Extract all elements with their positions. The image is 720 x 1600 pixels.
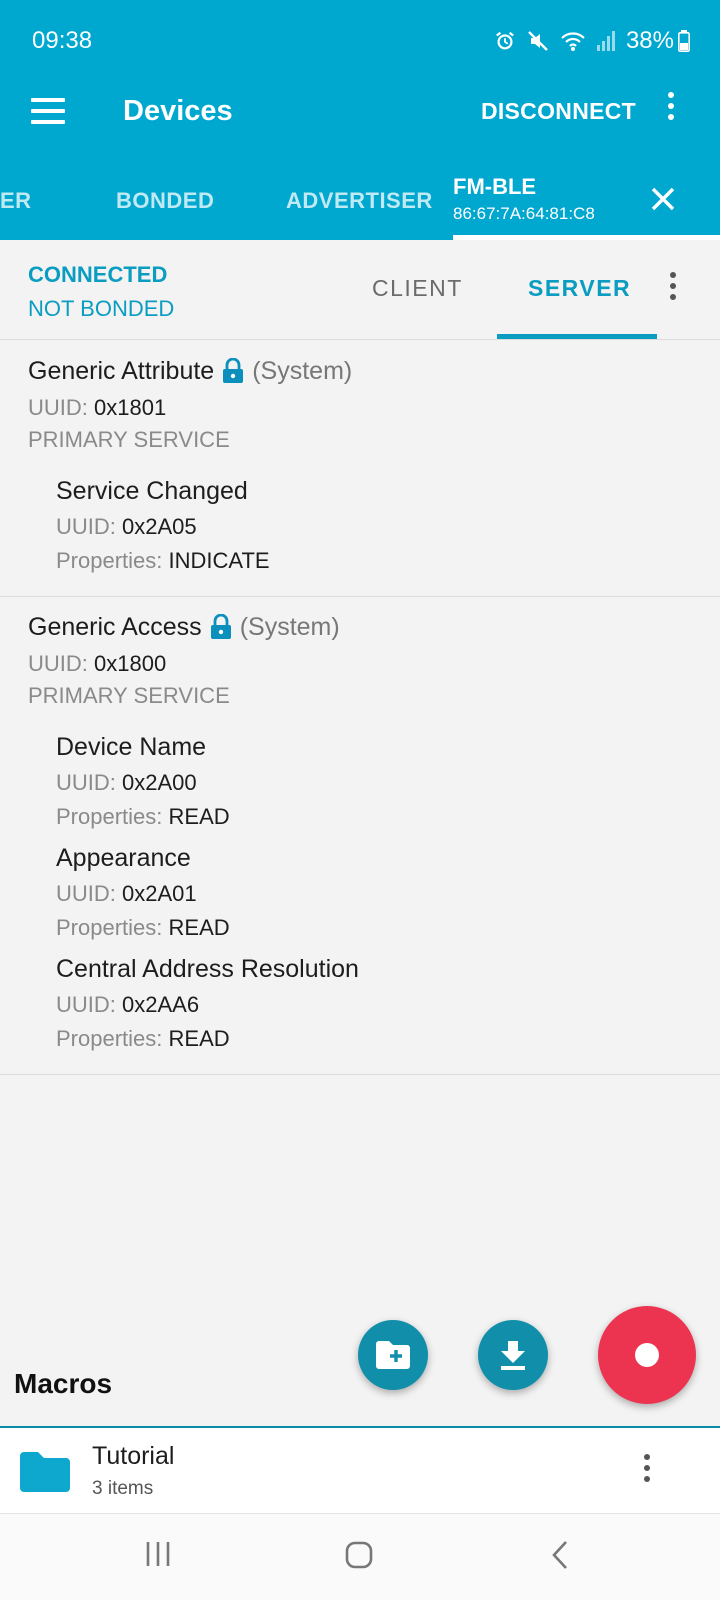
characteristic-properties: Properties: READ bbox=[56, 1026, 720, 1052]
characteristic-item[interactable]: Central Address Resolution UUID: 0x2AA6 … bbox=[28, 955, 720, 1052]
back-icon[interactable] bbox=[550, 1540, 570, 1570]
service-type: PRIMARY SERVICE bbox=[28, 427, 230, 452]
properties-value: INDICATE bbox=[168, 548, 270, 573]
properties-label: Properties: bbox=[56, 804, 163, 829]
uuid-label: UUID: bbox=[56, 514, 116, 539]
page-title: Devices bbox=[123, 94, 233, 127]
macro-folder-count: 3 items bbox=[92, 1478, 154, 1499]
characteristic-properties: Properties: READ bbox=[56, 804, 720, 830]
service-item[interactable]: Generic Attribute (System) UUID: 0x1801 … bbox=[0, 341, 720, 597]
mute-icon bbox=[528, 31, 548, 51]
tab-server[interactable]: SERVER bbox=[528, 275, 631, 302]
service-title: Generic Access (System) bbox=[28, 609, 720, 645]
battery-icon bbox=[678, 30, 690, 52]
app-bar: 09:38 38% Devices DISCONNECT ER BONDED A… bbox=[0, 0, 720, 240]
service-type: PRIMARY SERVICE bbox=[28, 683, 230, 708]
connection-more-icon[interactable] bbox=[670, 272, 676, 300]
characteristic-item[interactable]: Appearance UUID: 0x2A01 Properties: READ bbox=[28, 844, 720, 941]
macro-more-icon[interactable] bbox=[644, 1454, 650, 1482]
service-uuid: UUID: 0x1800 bbox=[28, 651, 720, 677]
download-icon bbox=[501, 1341, 525, 1370]
folder-add-icon bbox=[376, 1341, 410, 1369]
properties-value: READ bbox=[168, 1026, 230, 1051]
battery-level: 38% bbox=[625, 27, 674, 54]
service-item[interactable]: Generic Access (System) UUID: 0x1800 PRI… bbox=[0, 597, 720, 1075]
uuid-value: 0x2A00 bbox=[122, 770, 197, 795]
macros-title: Macros bbox=[14, 1368, 113, 1399]
uuid-label: UUID: bbox=[28, 395, 88, 420]
battery-indicator: 38% bbox=[626, 27, 690, 55]
device-tabs: ER BONDED ADVERTISER FM-BLE 86:67:7A:64:… bbox=[0, 166, 720, 240]
characteristic-item[interactable]: Device Name UUID: 0x2A00 Properties: REA… bbox=[28, 733, 720, 830]
service-system-tag: (System) bbox=[239, 612, 340, 641]
uuid-label: UUID: bbox=[28, 651, 88, 676]
service-name: Generic Attribute bbox=[28, 356, 215, 385]
uuid-value: 0x2AA6 bbox=[122, 992, 200, 1017]
uuid-label: UUID: bbox=[56, 992, 116, 1017]
connection-header: CONNECTED NOT BONDED CLIENT SERVER bbox=[0, 240, 720, 340]
characteristic-properties: Properties: INDICATE bbox=[56, 548, 720, 574]
characteristic-name: Service Changed bbox=[56, 477, 248, 505]
macro-folder-item[interactable]: Tutorial 3 items bbox=[0, 1428, 720, 1514]
properties-value: READ bbox=[168, 915, 230, 940]
home-icon[interactable] bbox=[344, 1540, 374, 1570]
service-title: Generic Attribute (System) bbox=[28, 353, 720, 389]
recents-icon[interactable] bbox=[144, 1540, 172, 1568]
import-macro-button[interactable] bbox=[478, 1320, 548, 1390]
characteristic-properties: Properties: READ bbox=[56, 915, 720, 941]
macro-folder-name: Tutorial bbox=[92, 1442, 175, 1470]
service-system-tag: (System) bbox=[252, 356, 353, 385]
server-tab-indicator bbox=[497, 334, 657, 339]
close-icon[interactable] bbox=[648, 184, 678, 214]
disconnect-button[interactable]: DISCONNECT bbox=[481, 98, 636, 125]
uuid-label: UUID: bbox=[56, 770, 116, 795]
properties-value: READ bbox=[168, 804, 230, 829]
tab-scanner-partial[interactable]: ER bbox=[0, 188, 32, 214]
bond-state: NOT BONDED bbox=[28, 296, 175, 321]
toolbar: Devices DISCONNECT bbox=[0, 82, 720, 140]
record-icon bbox=[635, 1343, 659, 1367]
new-folder-button[interactable] bbox=[358, 1320, 428, 1390]
connection-status: CONNECTED NOT BONDED bbox=[28, 262, 174, 322]
tab-client[interactable]: CLIENT bbox=[372, 275, 463, 302]
folder-icon bbox=[20, 1452, 70, 1492]
tab-device-fm-ble[interactable]: FM-BLE 86:67:7A:64:81:C8 bbox=[453, 174, 595, 224]
characteristic-uuid: UUID: 0x2A01 bbox=[56, 881, 720, 907]
tab-bonded[interactable]: BONDED bbox=[116, 188, 214, 214]
service-uuid: UUID: 0x1801 bbox=[28, 395, 720, 421]
record-macro-button[interactable] bbox=[598, 1306, 696, 1404]
service-name: Generic Access bbox=[28, 612, 202, 641]
wifi-icon bbox=[561, 32, 585, 51]
uuid-value: 0x2A05 bbox=[122, 514, 197, 539]
connection-state: CONNECTED bbox=[28, 262, 168, 287]
characteristic-name: Device Name bbox=[56, 733, 207, 761]
properties-label: Properties: bbox=[56, 1026, 163, 1051]
uuid-value: 0x2A01 bbox=[122, 881, 197, 906]
status-bar: 09:38 38% bbox=[32, 24, 690, 58]
device-name: FM-BLE bbox=[453, 174, 537, 199]
uuid-value: 0x1800 bbox=[94, 651, 167, 676]
lock-icon bbox=[223, 358, 244, 383]
system-nav-bar bbox=[0, 1514, 720, 1600]
characteristic-uuid: UUID: 0x2AA6 bbox=[56, 992, 720, 1018]
tab-advertiser[interactable]: ADVERTISER bbox=[286, 188, 433, 214]
characteristic-uuid: UUID: 0x2A05 bbox=[56, 514, 720, 540]
characteristic-name: Central Address Resolution bbox=[56, 955, 359, 983]
service-list: Generic Attribute (System) UUID: 0x1801 … bbox=[0, 341, 720, 1075]
overflow-menu-icon[interactable] bbox=[668, 92, 676, 120]
properties-label: Properties: bbox=[56, 915, 163, 940]
uuid-label: UUID: bbox=[56, 881, 116, 906]
signal-icon bbox=[596, 31, 615, 51]
characteristic-item[interactable]: Service Changed UUID: 0x2A05 Properties:… bbox=[28, 477, 720, 574]
alarm-icon bbox=[496, 31, 514, 50]
characteristic-name: Appearance bbox=[56, 844, 191, 872]
lock-icon bbox=[210, 614, 231, 639]
status-time: 09:38 bbox=[32, 27, 93, 54]
hamburger-menu-icon[interactable] bbox=[31, 93, 67, 129]
characteristic-uuid: UUID: 0x2A00 bbox=[56, 770, 720, 796]
properties-label: Properties: bbox=[56, 548, 163, 573]
uuid-value: 0x1801 bbox=[94, 395, 167, 420]
status-icons: 38% bbox=[494, 27, 690, 55]
device-mac: 86:67:7A:64:81:C8 bbox=[453, 204, 595, 223]
